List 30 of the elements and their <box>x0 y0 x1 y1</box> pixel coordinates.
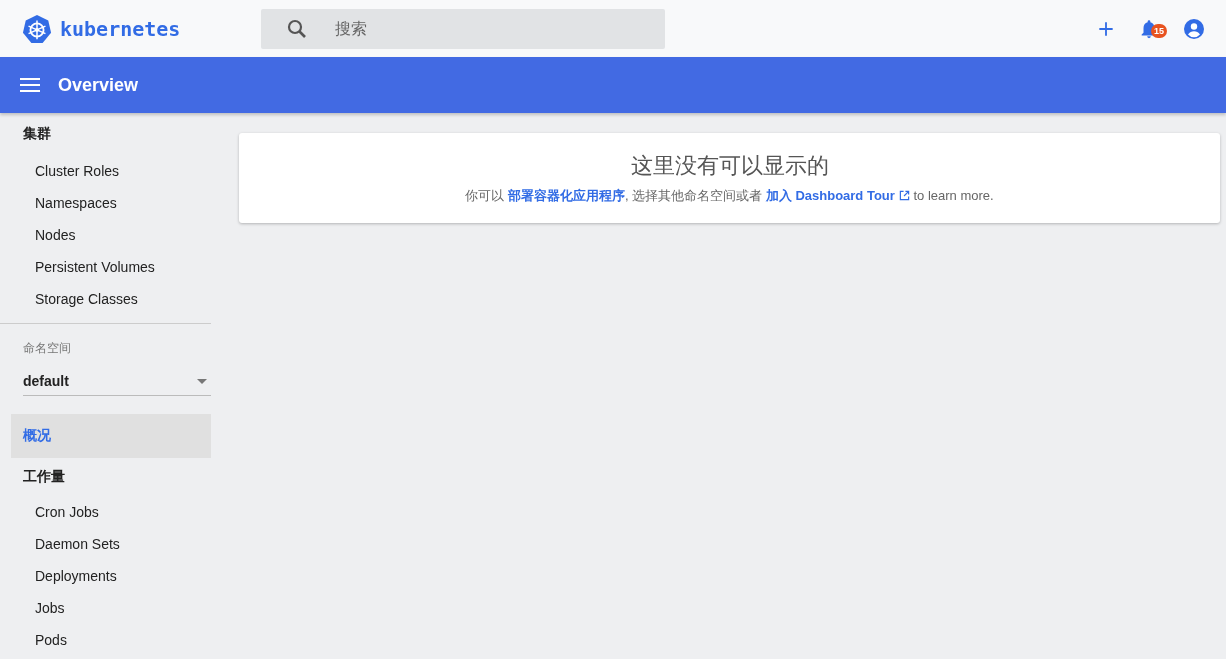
external-link-icon <box>898 190 910 201</box>
sidebar-item[interactable]: Deployments <box>0 568 211 600</box>
sidebar-item[interactable]: Pods <box>0 632 211 659</box>
overview-nav-item[interactable]: 概况 <box>11 414 211 458</box>
tour-link[interactable]: 加入 Dashboard Tour <box>765 188 910 203</box>
section-heading: 集群 <box>22 125 52 143</box>
menu-button[interactable] <box>20 78 40 92</box>
notifications-button[interactable]: 15 <box>1134 13 1164 44</box>
sidebar-item[interactable]: Nodes <box>0 227 211 259</box>
section-heading: 工作量 <box>22 468 66 486</box>
deploy-link[interactable]: 部署容器化应用程序 <box>507 188 625 203</box>
empty-state-title: 这里没有可以显示的 <box>630 152 829 180</box>
notification-count-badge: 15 <box>1151 23 1167 38</box>
page-title: Overview <box>58 74 139 96</box>
search-field[interactable]: 搜索 <box>261 8 665 49</box>
sidebar-item[interactable]: Persistent Volumes <box>0 259 211 291</box>
empty-state-message: 你可以 部署容器化应用程序, 选择其他命名空间或者 加入 Dashboard Tour to learn more. <box>465 187 994 205</box>
user-avatar-icon <box>1182 16 1206 41</box>
sidebar-item[interactable]: Storage Classes <box>0 291 211 323</box>
sidebar-item[interactable]: Jobs <box>0 600 211 632</box>
dropdown-caret-icon <box>197 378 207 384</box>
helm-wheel-logo-icon <box>22 13 52 44</box>
namespace-label: 命名空间 <box>22 340 72 357</box>
sidebar-item[interactable]: Namespaces <box>0 195 211 227</box>
menu-icon <box>20 78 40 92</box>
sidebar-item[interactable]: Cluster Roles <box>0 163 211 195</box>
sidebar-item[interactable]: Cron Jobs <box>0 504 211 536</box>
sidebar-item[interactable]: Daemon Sets <box>0 536 211 568</box>
namespace-dropdown[interactable]: default <box>23 373 211 396</box>
logo-text[interactable]: kubernetes <box>60 16 181 41</box>
